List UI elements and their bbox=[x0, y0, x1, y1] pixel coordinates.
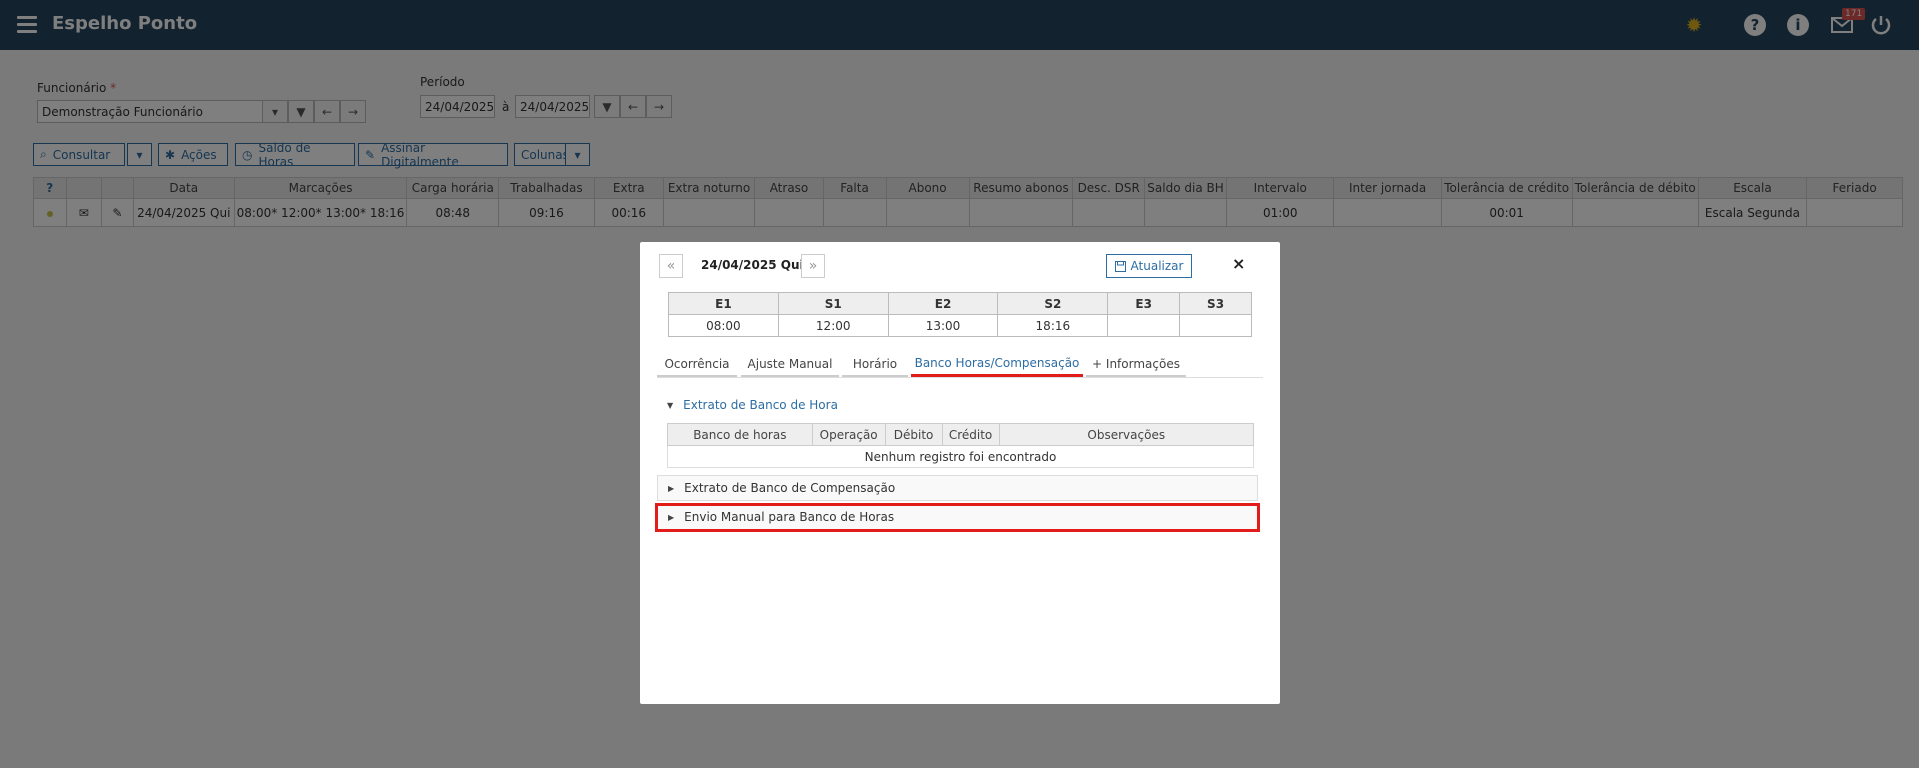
close-icon[interactable]: × bbox=[1232, 254, 1245, 273]
bh-header: Banco de horas bbox=[667, 423, 813, 446]
caret-down-icon: ▼ bbox=[667, 400, 674, 410]
punch-header: S2 bbox=[997, 292, 1109, 315]
bank-hours-table: Banco de horas Operação Débito Crédito O… bbox=[667, 423, 1255, 468]
punch-header: E1 bbox=[668, 292, 779, 315]
bank-hours-statement-header[interactable]: ▼ Extrato de Banco de Hora bbox=[657, 392, 1258, 418]
modal-date: 24/04/2025 Qui bbox=[701, 258, 804, 272]
punch-cell[interactable]: 13:00 bbox=[887, 314, 999, 337]
bh-header: Observações bbox=[998, 423, 1255, 446]
prev-day-button[interactable]: « bbox=[659, 254, 683, 278]
modal-tabs: Ocorrência Ajuste Manual Horário Banco H… bbox=[657, 352, 1263, 378]
caret-right-icon: ▶ bbox=[668, 483, 675, 493]
bh-header: Operação bbox=[811, 423, 886, 446]
punch-cell[interactable]: 12:00 bbox=[777, 314, 889, 337]
compensation-statement-header[interactable]: ▶ Extrato de Banco de Compensação bbox=[657, 475, 1258, 501]
update-button[interactable]: Atualizar bbox=[1106, 254, 1192, 278]
punch-cell[interactable]: 08:00 bbox=[668, 314, 779, 337]
empty-message: Nenhum registro foi encontrado bbox=[667, 445, 1254, 468]
punch-cell[interactable] bbox=[1179, 314, 1252, 337]
punch-table: E1 S1 E2 S2 E3 S3 08:00 12:00 13:00 18:1… bbox=[668, 292, 1252, 337]
punch-cell[interactable] bbox=[1107, 314, 1181, 337]
tab-mais-informacoes[interactable]: + Informações bbox=[1086, 352, 1186, 377]
tab-ocorrencia[interactable]: Ocorrência bbox=[657, 352, 737, 377]
tab-horario[interactable]: Horário bbox=[842, 352, 908, 377]
punch-header: E2 bbox=[887, 292, 999, 315]
punch-cell[interactable]: 18:16 bbox=[997, 314, 1109, 337]
tab-ajuste-manual[interactable]: Ajuste Manual bbox=[741, 352, 839, 377]
punch-header: S1 bbox=[777, 292, 889, 315]
bh-header: Débito bbox=[884, 423, 943, 446]
next-day-button[interactable]: » bbox=[801, 254, 825, 278]
tab-banco-horas[interactable]: Banco Horas/Compensação bbox=[911, 352, 1083, 377]
punch-header: E3 bbox=[1107, 292, 1181, 315]
day-detail-modal: « 24/04/2025 Qui » Atualizar × E1 S1 E2 … bbox=[640, 242, 1280, 704]
highlight-box bbox=[655, 503, 1260, 532]
save-icon bbox=[1114, 260, 1126, 272]
bh-header: Crédito bbox=[941, 423, 1000, 446]
punch-header: S3 bbox=[1179, 292, 1252, 315]
